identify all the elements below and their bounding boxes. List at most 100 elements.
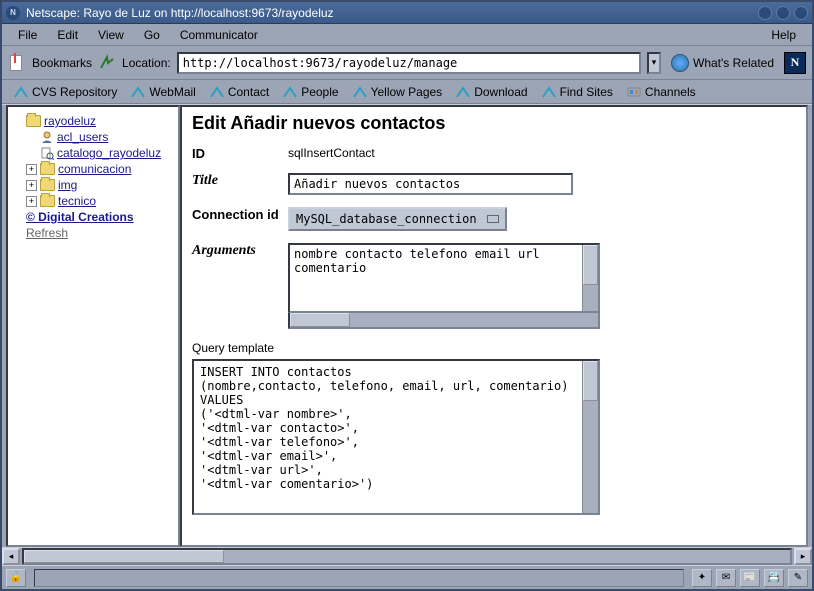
tree-img[interactable]: + img bbox=[12, 177, 174, 193]
users-icon bbox=[40, 130, 54, 144]
id-label: ID bbox=[192, 146, 288, 161]
bookmark-icon bbox=[210, 86, 224, 98]
page-heading: Edit Añadir nuevos contactos bbox=[192, 113, 796, 134]
status-security-icon[interactable]: 🔓 bbox=[6, 569, 26, 587]
location-toolbar: Bookmarks Location: http://localhost:967… bbox=[2, 46, 812, 80]
title-label: Title bbox=[192, 173, 288, 189]
window-hscroll[interactable]: ◂ ▸ bbox=[2, 547, 812, 565]
tree-acl-link[interactable]: acl_users bbox=[57, 130, 108, 144]
query-label: Query template bbox=[192, 341, 796, 355]
url-input[interactable]: http://localhost:9673/rayodeluz/manage bbox=[177, 52, 641, 74]
row-arguments: Arguments bbox=[192, 243, 796, 329]
statusbar: 🔓 ✦ ✉ 📰 📇 ✎ bbox=[2, 565, 812, 589]
refresh-link[interactable]: Refresh bbox=[12, 225, 174, 241]
arguments-vscroll[interactable] bbox=[582, 245, 598, 311]
tree-root-link[interactable]: rayodeluz bbox=[44, 114, 96, 128]
main-panel: Edit Añadir nuevos contactos ID sqlInser… bbox=[180, 105, 808, 547]
expand-icon[interactable]: + bbox=[26, 196, 37, 207]
status-nav-icon[interactable]: ✦ bbox=[692, 569, 712, 587]
browser-window: N Netscape: Rayo de Luz on http://localh… bbox=[0, 0, 814, 591]
select-arrow-icon bbox=[487, 215, 499, 223]
close-button[interactable] bbox=[794, 6, 808, 20]
status-mail-icon[interactable]: ✉ bbox=[716, 569, 736, 587]
menubar: File Edit View Go Communicator Help bbox=[2, 24, 812, 46]
expand-icon[interactable]: + bbox=[26, 180, 37, 191]
bookmark-icon bbox=[14, 86, 28, 98]
tree-root[interactable]: rayodeluz bbox=[12, 113, 174, 129]
bookmark-icon bbox=[542, 86, 556, 98]
bookmark-cvs[interactable]: CVS Repository bbox=[8, 85, 123, 99]
maximize-button[interactable] bbox=[776, 6, 790, 20]
whats-related-label: What's Related bbox=[693, 56, 774, 70]
folder-icon bbox=[26, 115, 41, 127]
bookmark-findsites[interactable]: Find Sites bbox=[536, 85, 619, 99]
menu-go[interactable]: Go bbox=[134, 26, 170, 44]
scroll-thumb[interactable] bbox=[24, 550, 224, 563]
connection-label: Connection id bbox=[192, 207, 288, 222]
titlebar: N Netscape: Rayo de Luz on http://localh… bbox=[2, 2, 812, 24]
menu-help[interactable]: Help bbox=[761, 26, 806, 44]
row-query: Query template INSERT INTO contactos (no… bbox=[192, 341, 796, 515]
scroll-left-arrow[interactable]: ◂ bbox=[2, 548, 20, 565]
menu-file[interactable]: File bbox=[8, 26, 47, 44]
netscape-logo: N bbox=[784, 52, 806, 74]
row-title: Title bbox=[192, 173, 796, 195]
tree-catalogo[interactable]: catalogo_rayodeluz bbox=[12, 145, 174, 161]
location-label: Location: bbox=[122, 56, 171, 70]
menu-edit[interactable]: Edit bbox=[47, 26, 88, 44]
expand-icon[interactable]: + bbox=[26, 164, 37, 175]
content-area: rayodeluz acl_users catalogo_rayodeluz +… bbox=[2, 104, 812, 547]
query-template-box: INSERT INTO contactos (nombre,contacto, … bbox=[192, 359, 600, 515]
bookmark-people[interactable]: People bbox=[277, 85, 344, 99]
arguments-textarea[interactable] bbox=[290, 245, 582, 311]
row-connection: Connection id MySQL_database_connection bbox=[192, 207, 796, 231]
status-message bbox=[34, 569, 684, 587]
bookmark-icon bbox=[456, 86, 470, 98]
location-icon bbox=[98, 54, 116, 72]
connection-select[interactable]: MySQL_database_connection bbox=[288, 207, 507, 231]
globe-icon bbox=[671, 54, 689, 72]
bookmark-icon bbox=[283, 86, 297, 98]
tree-img-link[interactable]: img bbox=[58, 178, 77, 192]
status-composer-icon[interactable]: ✎ bbox=[788, 569, 808, 587]
title-input[interactable] bbox=[288, 173, 573, 195]
tree-tecnico-link[interactable]: tecnico bbox=[58, 194, 96, 208]
bookmarks-icon[interactable] bbox=[8, 53, 26, 73]
bookmark-yellowpages[interactable]: Yellow Pages bbox=[347, 85, 449, 99]
bookmarks-label[interactable]: Bookmarks bbox=[32, 56, 92, 70]
query-textarea[interactable]: INSERT INTO contactos (nombre,contacto, … bbox=[194, 361, 582, 513]
whats-related-button[interactable]: What's Related bbox=[667, 54, 778, 72]
bookmark-webmail[interactable]: WebMail bbox=[125, 85, 201, 99]
tree-sidebar: rayodeluz acl_users catalogo_rayodeluz +… bbox=[6, 105, 180, 547]
menu-communicator[interactable]: Communicator bbox=[170, 26, 268, 44]
folder-icon bbox=[40, 195, 55, 207]
bookmark-channels[interactable]: Channels bbox=[621, 85, 702, 99]
personal-toolbar: CVS Repository WebMail Contact People Ye… bbox=[2, 80, 812, 104]
tree-acl-users[interactable]: acl_users bbox=[12, 129, 174, 145]
folder-icon bbox=[40, 163, 55, 175]
connection-value: MySQL_database_connection bbox=[296, 212, 477, 226]
minimize-button[interactable] bbox=[758, 6, 772, 20]
digital-creations-link[interactable]: © Digital Creations bbox=[12, 209, 174, 225]
url-dropdown-arrow[interactable]: ▾ bbox=[647, 52, 661, 74]
bookmark-download[interactable]: Download bbox=[450, 85, 533, 99]
tree-tecnico[interactable]: + tecnico bbox=[12, 193, 174, 209]
bookmark-contact[interactable]: Contact bbox=[204, 85, 275, 99]
digital-creations-text: © Digital Creations bbox=[26, 210, 134, 224]
arguments-hscroll[interactable] bbox=[288, 313, 600, 329]
url-text: http://localhost:9673/rayodeluz/manage bbox=[183, 56, 458, 70]
channels-icon bbox=[627, 86, 641, 98]
bookmark-icon bbox=[353, 86, 367, 98]
scroll-right-arrow[interactable]: ▸ bbox=[794, 548, 812, 565]
status-news-icon[interactable]: 📰 bbox=[740, 569, 760, 587]
catalog-icon bbox=[40, 146, 54, 160]
tree-catalogo-link[interactable]: catalogo_rayodeluz bbox=[57, 146, 161, 160]
menu-view[interactable]: View bbox=[88, 26, 134, 44]
query-vscroll[interactable] bbox=[582, 361, 598, 513]
bookmark-icon bbox=[131, 86, 145, 98]
arguments-label: Arguments bbox=[192, 243, 288, 259]
tree-comunicacion-link[interactable]: comunicacion bbox=[58, 162, 131, 176]
status-addr-icon[interactable]: 📇 bbox=[764, 569, 784, 587]
folder-icon bbox=[40, 179, 55, 191]
tree-comunicacion[interactable]: + comunicacion bbox=[12, 161, 174, 177]
